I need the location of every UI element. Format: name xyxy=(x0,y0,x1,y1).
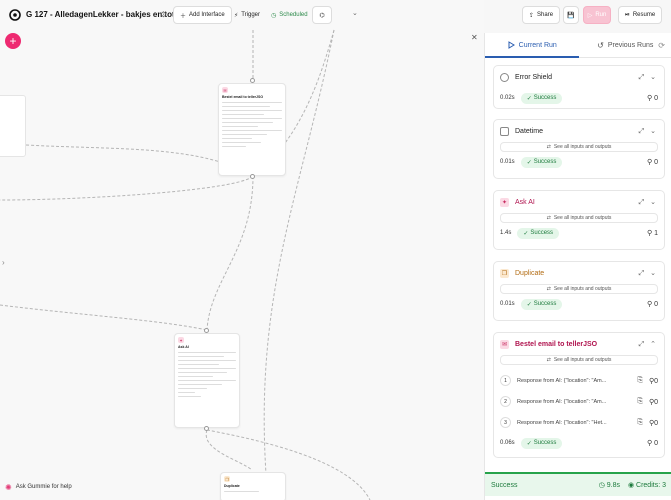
refresh-icon[interactable]: ⟳ xyxy=(658,41,665,50)
panel-tabs: Current Run ↺ Previous Runs xyxy=(485,33,671,58)
node-title: Ask AI xyxy=(178,345,189,349)
node-input-port[interactable] xyxy=(204,328,209,333)
clock-icon: ◷ xyxy=(598,482,605,489)
see-all-button[interactable]: ⇄ See all inputs and outputs xyxy=(500,213,658,223)
node-title: Bestel email to tellerJSO xyxy=(222,95,264,99)
paperclip-icon: ⚲ xyxy=(646,95,653,102)
node-output-port[interactable] xyxy=(250,174,255,179)
share-icon: ⇪ xyxy=(529,12,535,19)
status-badge: ✓ Success xyxy=(520,156,563,168)
run-button[interactable]: ▷ Run xyxy=(583,6,611,24)
resume-icon: ⏯ xyxy=(625,11,630,18)
expand-icon[interactable]: ⤢ ⌄ xyxy=(639,73,658,82)
add-interface-button[interactable]: ＋ Add Interface xyxy=(173,6,232,24)
run-card[interactable]: ❐ Duplicate ⤢ ⌄ ⇄ See all inputs and outp… xyxy=(493,261,665,321)
node-input-port[interactable] xyxy=(250,78,255,83)
share-button[interactable]: ⇪ Share xyxy=(522,6,561,24)
close-icon[interactable]: ✕ xyxy=(471,33,481,43)
add-node-button[interactable]: + xyxy=(5,33,21,49)
swap-icon: ⇄ xyxy=(546,357,551,363)
save-icon[interactable]: 💾 xyxy=(563,6,579,24)
duplicate-icon: ❐ xyxy=(500,268,509,278)
tab-previous-runs[interactable]: ↺ Previous Runs xyxy=(579,33,671,57)
history-icon: ↺ xyxy=(597,40,604,50)
graph-icon[interactable]: ⌬ xyxy=(312,6,332,24)
email-icon: ✉ xyxy=(500,339,509,349)
coin-icon: ◉ xyxy=(627,482,635,489)
swap-icon: ⇄ xyxy=(546,144,551,150)
resume-button[interactable]: ⏯ Resume xyxy=(618,6,663,24)
shield-icon xyxy=(500,72,509,82)
run-status-bar: Success ◷ 9.8s ◉ Credits: 3 xyxy=(485,472,671,496)
paperclip-icon: ⚲ xyxy=(646,301,653,308)
chevron-left-icon[interactable]: › xyxy=(2,258,5,267)
status-badge: ✓ Success xyxy=(520,298,563,310)
see-all-button[interactable]: ⇄ See all inputs and outputs xyxy=(500,142,658,152)
tab-current-run[interactable]: Current Run xyxy=(485,33,579,58)
ai-icon: ✦ xyxy=(178,337,184,343)
connection-wires xyxy=(0,29,371,500)
list-item[interactable]: 2 Response from AI: {"location": "Am... … xyxy=(494,391,664,412)
node-bestel-email[interactable]: ✉ Bestel email to tellerJSO xyxy=(218,83,286,176)
list-item[interactable]: 1 Response from AI: {"location": "Am... … xyxy=(494,370,664,391)
email-icon: ✉ xyxy=(222,87,228,93)
paperclip-icon: ⚲ xyxy=(646,230,653,237)
sparkle-icon: ✺ xyxy=(5,482,12,492)
run-card[interactable]: ✦ Ask AI ⤢ ⌄ ⇄ See all inputs and outputs… xyxy=(493,190,665,250)
run-card[interactable]: Datetime ⤢ ⌄ ⇄ See all inputs and outputs… xyxy=(493,119,665,179)
offscreen-node[interactable] xyxy=(0,95,26,157)
clock-icon: ◷ xyxy=(271,12,277,19)
trigger-button[interactable]: ⚡ Trigger xyxy=(228,6,266,24)
node-output-port[interactable] xyxy=(204,426,209,431)
bolt-icon: ⚡ xyxy=(234,12,239,19)
collapse-icon[interactable]: ⤢ ⌃ xyxy=(639,340,658,349)
ai-icon: ✦ xyxy=(500,197,509,207)
settings-icon[interactable]: ⚙ xyxy=(160,10,167,19)
ask-gummie-button[interactable]: ✺ Ask Gummie for help xyxy=(5,480,72,494)
node-duplicate[interactable]: ❐ Duplicate xyxy=(220,472,286,500)
list-item[interactable]: 3 Response from AI: {"location": "Het...… xyxy=(494,412,664,433)
paperclip-icon: ⚲ xyxy=(646,440,653,447)
duplicate-icon: ❐ xyxy=(224,476,230,482)
expand-icon[interactable]: ⤢ ⌄ xyxy=(639,127,658,136)
swap-icon: ⇄ xyxy=(546,286,551,292)
run-list[interactable]: Error Shield ⤢ ⌄ 0.02s ✓ Success ⚲ 0 Date… xyxy=(485,61,668,469)
status-badge: ✓ Success xyxy=(520,92,563,104)
copy-icon[interactable]: ⎘ xyxy=(637,419,643,427)
scheduled-status[interactable]: ◷ Scheduled xyxy=(265,6,314,24)
expand-icon[interactable]: ⤢ ⌄ xyxy=(639,269,658,278)
run-panel: Current Run ↺ Previous Runs ⟳ Error Shie… xyxy=(484,33,671,500)
run-card[interactable]: ✉ Bestel email to tellerJSO ⤢ ⌃ ⇄ See all… xyxy=(493,332,665,458)
copy-icon[interactable]: ⎘ xyxy=(637,398,643,406)
swap-icon: ⇄ xyxy=(546,215,551,221)
chevron-down-icon[interactable]: ⌄ xyxy=(352,9,358,17)
see-all-button[interactable]: ⇄ See all inputs and outputs xyxy=(500,284,658,294)
paperclip-icon: ⚲ xyxy=(646,159,653,166)
run-card[interactable]: Error Shield ⤢ ⌄ 0.02s ✓ Success ⚲ 0 xyxy=(493,65,665,109)
workflow-canvas[interactable]: › ✉ Bestel email to tellerJSO ✦ Ask AI ❐… xyxy=(0,0,484,500)
node-title: Duplicate xyxy=(224,484,240,488)
project-title: G 127 - AlledagenLekker - bakjes en tot.… xyxy=(26,10,182,19)
plus-icon: ＋ xyxy=(180,13,187,20)
app-logo-icon xyxy=(9,9,21,21)
play-icon xyxy=(508,41,515,49)
expand-icon[interactable]: ⤢ ⌄ xyxy=(639,198,658,207)
see-all-button[interactable]: ⇄ See all inputs and outputs xyxy=(500,355,658,365)
node-ask-ai[interactable]: ✦ Ask AI xyxy=(174,333,240,428)
copy-icon[interactable]: ⎘ xyxy=(637,377,643,385)
calendar-icon xyxy=(500,126,509,136)
play-icon: ▷ xyxy=(587,12,593,19)
status-badge: ✓ Success xyxy=(520,437,563,449)
status-badge: ✓ Success xyxy=(517,227,560,239)
top-bar: G 127 - AlledagenLekker - bakjes en tot.… xyxy=(0,0,671,30)
